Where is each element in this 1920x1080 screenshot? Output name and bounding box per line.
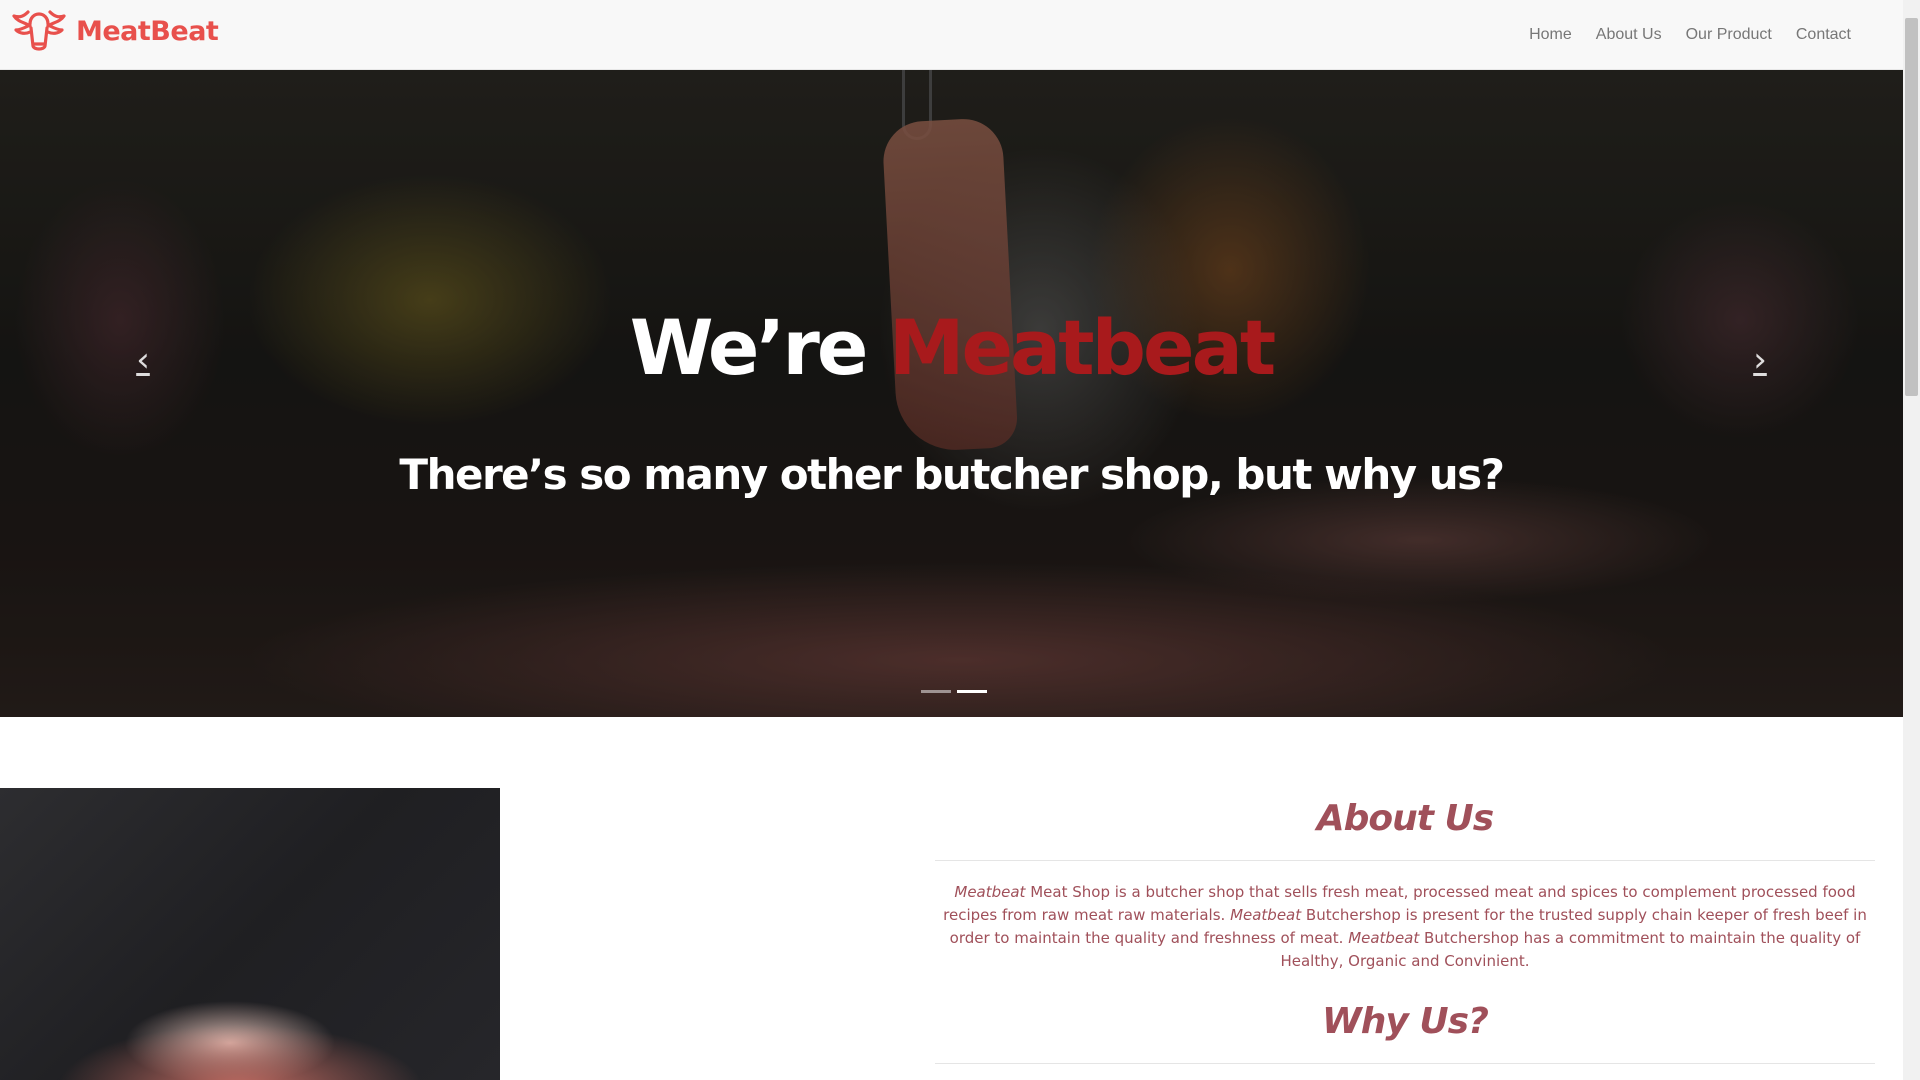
nav-item-contact: Contact: [1784, 26, 1863, 44]
about-paragraph: Meatbeat Meat Shop is a butcher shop tha…: [935, 881, 1875, 973]
nav-item-home: Home: [1517, 26, 1584, 44]
carousel-indicator-2[interactable]: [957, 690, 987, 693]
navbar: MeatBeat Home About Us Our Product Conta…: [0, 0, 1903, 70]
chevron-left-icon: ‹: [136, 340, 150, 380]
hero-carousel: We’re Meatbeat There’s so many other but…: [0, 70, 1903, 717]
carousel-indicators: [918, 690, 990, 693]
chevron-right-icon: ›: [1753, 340, 1767, 380]
about-divider: [935, 860, 1875, 861]
about-section: About Us Meatbeat Meat Shop is a butcher…: [935, 788, 1875, 1064]
nav-item-about: About Us: [1584, 26, 1674, 44]
hero-subtitle: There’s so many other butcher shop, but …: [399, 450, 1505, 499]
carousel-overlay: [0, 70, 1903, 717]
nav-link-home[interactable]: Home: [1517, 26, 1584, 44]
about-title: About Us: [1316, 798, 1494, 839]
carousel-indicator-1[interactable]: [921, 690, 951, 693]
why-divider: [935, 1063, 1875, 1064]
brand-mention-1: Meatbeat: [954, 883, 1026, 901]
nav-menu: Home About Us Our Product Contact: [1517, 0, 1863, 70]
carousel-next-button[interactable]: ›: [1740, 340, 1780, 380]
brand-mention-2: Meatbeat: [1230, 906, 1302, 924]
hero-title-prefix: We’re: [629, 303, 889, 392]
hero-title: We’re Meatbeat: [0, 303, 1903, 392]
scrollbar-thumb[interactable]: [1905, 18, 1918, 396]
nav-link-product[interactable]: Our Product: [1674, 26, 1784, 44]
bull-head-icon: [12, 10, 66, 51]
brand-name: MeatBeat: [76, 15, 219, 47]
page-scrollbar[interactable]: [1903, 0, 1920, 1080]
about-meat-image: [0, 788, 500, 1080]
why-title: Why Us?: [1322, 1001, 1489, 1042]
nav-item-product: Our Product: [1674, 26, 1784, 44]
nav-link-about[interactable]: About Us: [1584, 26, 1674, 44]
hero-title-accent: Meatbeat: [888, 303, 1276, 392]
nav-link-contact[interactable]: Contact: [1784, 26, 1863, 44]
carousel-prev-button[interactable]: ‹: [123, 340, 163, 380]
brand-logo-link[interactable]: MeatBeat: [10, 8, 219, 54]
brand-mention-3: Meatbeat: [1348, 929, 1420, 947]
